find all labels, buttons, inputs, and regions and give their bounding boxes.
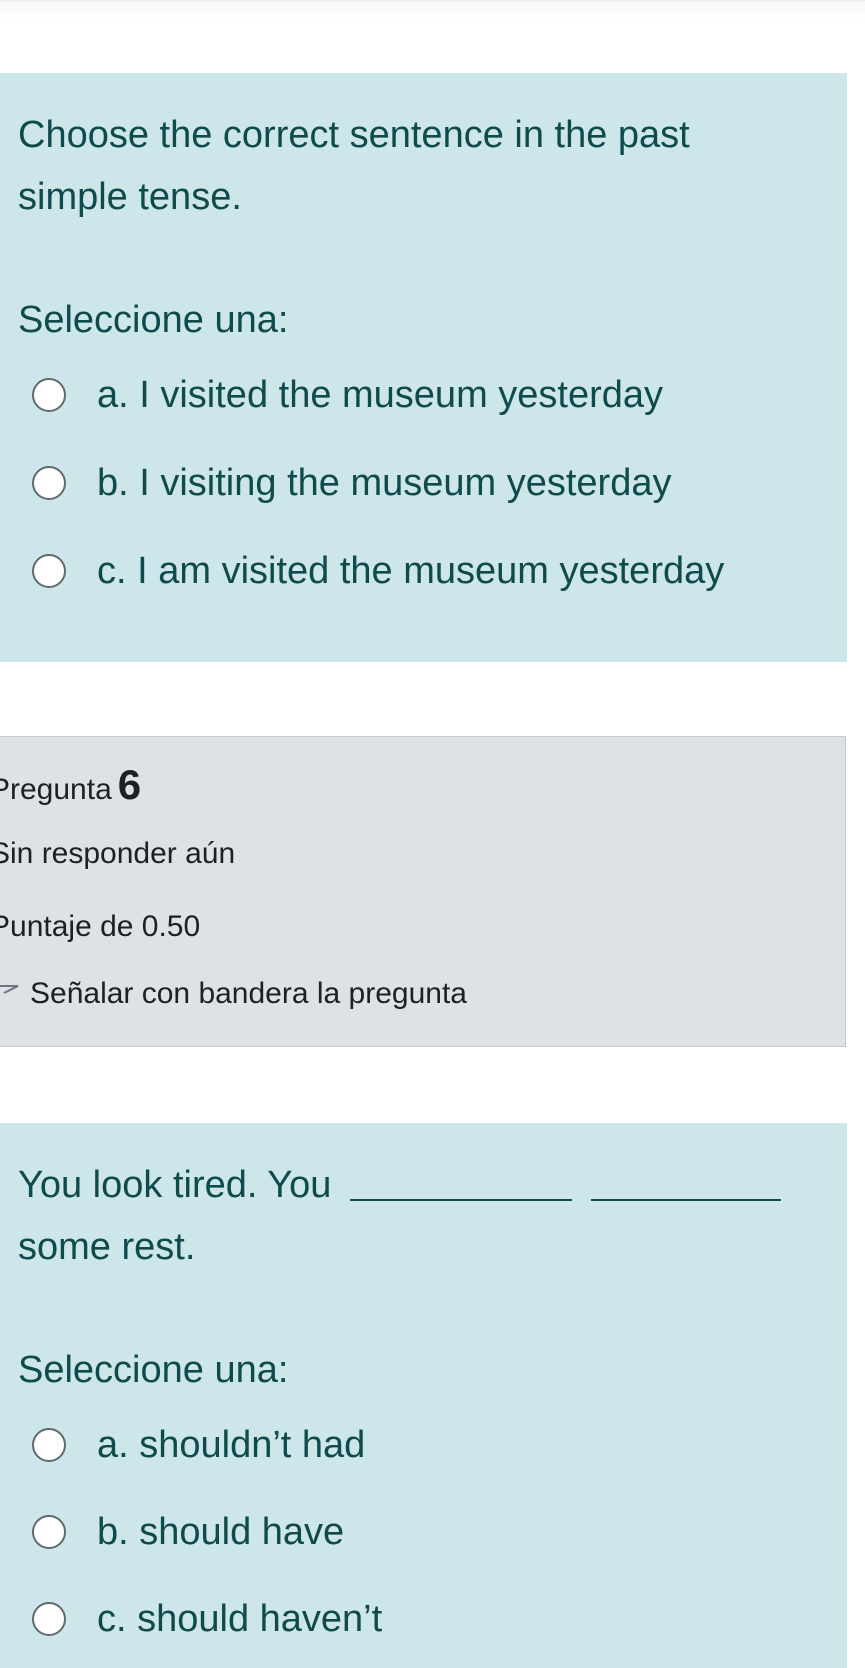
radio-button[interactable] xyxy=(32,554,66,588)
radio-button[interactable] xyxy=(32,378,66,412)
question-6-text-before: You look tired. You xyxy=(18,1164,332,1206)
question-6-prompt: Seleccione una: xyxy=(18,1349,289,1391)
question-heading: Pregunta 6 xyxy=(0,761,141,809)
option-label: c. I am visited the museum yesterday xyxy=(97,549,725,592)
question-5-option-a[interactable]: a. I visited the museum yesterday xyxy=(32,372,663,418)
question-6-card: You look tired. You some rest. Seleccion… xyxy=(0,1123,847,1668)
radio-button[interactable] xyxy=(32,466,66,500)
question-heading-label: Pregunta xyxy=(0,773,112,806)
question-5-card: Choose the correct sentence in the past … xyxy=(0,73,847,662)
option-label: c. should haven’t xyxy=(97,1597,383,1640)
option-label: a. shouldn’t had xyxy=(97,1423,366,1466)
radio-button[interactable] xyxy=(32,1515,66,1549)
option-label: b. I visiting the museum yesterday xyxy=(97,461,672,504)
question-5-text: Choose the correct sentence in the past … xyxy=(18,114,690,218)
question-score: Puntaje de 0.50 xyxy=(0,910,201,943)
question-6-text-after: some rest. xyxy=(18,1226,196,1268)
radio-button[interactable] xyxy=(32,1428,66,1462)
answer-blank xyxy=(350,1197,572,1201)
question-5-prompt: Seleccione una: xyxy=(18,299,289,341)
question-6-option-a[interactable]: a. shouldn’t had xyxy=(32,1422,365,1468)
question-number: 6 xyxy=(117,761,142,808)
radio-button[interactable] xyxy=(32,1602,66,1636)
question-5-option-c[interactable]: c. I am visited the museum yesterday xyxy=(32,548,724,594)
flag-question-label: Señalar con bandera la pregunta xyxy=(30,977,467,1010)
option-label: b. should have xyxy=(97,1510,345,1553)
answer-blank xyxy=(590,1197,781,1201)
flag-icon xyxy=(0,985,19,994)
question-5-option-b[interactable]: b. I visiting the museum yesterday xyxy=(32,460,671,506)
question-6-option-b[interactable]: b. should have xyxy=(32,1509,344,1555)
question-status: Sin responder aún xyxy=(0,837,236,870)
top-bar-shadow xyxy=(0,0,865,19)
flag-question-link[interactable]: Señalar con bandera la pregunta xyxy=(0,977,467,1011)
question-6-option-c[interactable]: c. should haven’t xyxy=(32,1596,382,1642)
question-6-info-panel: Pregunta 6 Sin responder aún Puntaje de 0… xyxy=(0,736,846,1047)
question-6-text: You look tired. You some rest. xyxy=(18,1154,807,1278)
option-label: a. I visited the museum yesterday xyxy=(97,373,664,416)
